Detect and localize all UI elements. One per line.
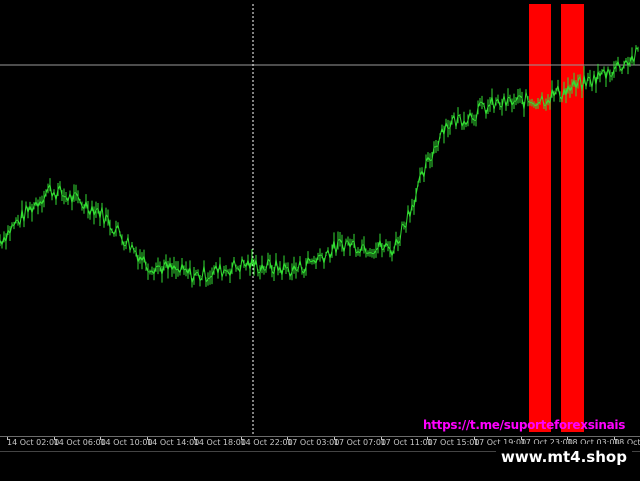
time-axis-tick	[521, 437, 522, 440]
time-axis-tick	[334, 437, 335, 440]
price-connector	[102, 207, 104, 225]
price-connector	[128, 237, 130, 250]
price-connector	[130, 245, 132, 251]
time-axis-tick	[567, 437, 568, 440]
price-connector	[220, 263, 222, 277]
time-axis-label: 14 Oct 10:00	[100, 438, 152, 447]
price-connector	[158, 266, 160, 267]
time-axis-label: 17 Oct 15:00	[427, 438, 479, 447]
time-axis-tick	[100, 437, 101, 440]
price-connector	[24, 205, 26, 222]
price-connector	[264, 270, 266, 271]
price-connector	[234, 260, 236, 268]
price-connector	[68, 193, 70, 201]
price-chart[interactable]	[0, 0, 640, 436]
price-connector	[204, 266, 206, 282]
price-connector	[440, 128, 442, 136]
signal-bar	[561, 4, 584, 432]
price-connector	[454, 115, 456, 127]
price-connector	[274, 259, 276, 274]
price-connector	[344, 241, 346, 252]
site-watermark: www.mt4.shop	[496, 444, 632, 470]
time-axis-tick	[614, 437, 615, 440]
price-connector	[258, 272, 260, 273]
time-axis-label: 14 Oct 14:00	[147, 438, 199, 447]
price-connector	[460, 116, 462, 127]
chart-canvas[interactable]	[0, 0, 640, 436]
price-connector	[222, 270, 224, 278]
telegram-link[interactable]: https://t.me/suporteforexsinais	[423, 418, 625, 432]
time-axis-tick	[194, 437, 195, 440]
price-connector	[592, 74, 594, 88]
time-axis-tick	[427, 437, 428, 440]
signal-bar	[529, 4, 551, 432]
time-axis-label: 17 Oct 07:00	[334, 438, 386, 447]
time-axis-tick	[241, 437, 242, 440]
time-axis-tick	[7, 437, 8, 440]
price-connector	[494, 101, 496, 109]
time-axis-label: 17 Oct 03:00	[287, 438, 339, 447]
price-connector	[202, 266, 204, 278]
price-connector	[298, 260, 300, 269]
time-axis-label: 14 Oct 02:00	[7, 438, 59, 447]
price-connector	[132, 245, 134, 251]
price-connector	[288, 267, 290, 277]
price-connector	[484, 105, 486, 114]
price-connector	[190, 267, 192, 282]
price-connector	[586, 77, 588, 87]
price-connector	[504, 95, 506, 106]
price-connector	[410, 205, 412, 217]
price-connector	[400, 224, 402, 241]
price-connector	[424, 161, 426, 177]
time-axis-tick	[381, 437, 382, 440]
time-axis-tick	[474, 437, 475, 440]
price-connector	[634, 48, 636, 63]
time-axis-tick	[54, 437, 55, 440]
time-axis-label: 14 Oct 18:00	[194, 438, 246, 447]
time-axis-label: 14 Oct 22:00	[241, 438, 293, 447]
time-axis-tick	[147, 437, 148, 440]
price-connector	[256, 260, 258, 273]
time-axis-label: 14 Oct 06:00	[54, 438, 106, 447]
price-connector	[328, 250, 330, 258]
time-axis-label: 17 Oct 11:00	[381, 438, 433, 447]
price-connector	[300, 260, 302, 270]
price-connector	[320, 255, 322, 256]
price-connector	[524, 92, 526, 109]
time-axis-tick	[287, 437, 288, 440]
price-connector	[118, 225, 120, 233]
price-connector	[64, 196, 66, 197]
price-connector	[406, 210, 408, 228]
